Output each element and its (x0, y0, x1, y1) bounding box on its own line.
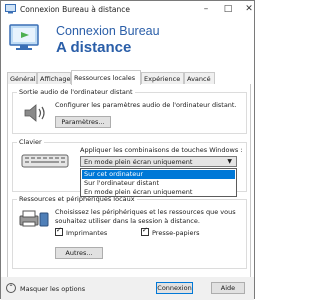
maximize-button[interactable]: □ (222, 3, 234, 15)
select-value: En mode plein écran uniquement (84, 158, 193, 166)
option-this-computer[interactable]: Sur cet ordinateur (82, 170, 235, 179)
audio-description: Configurer les paramètres audio de l'ord… (55, 101, 237, 109)
connect-button[interactable]: Connexion (156, 282, 193, 294)
resources-description-line1: Choisissez les périphériques et les ress… (55, 208, 236, 216)
keyboard-icon (21, 154, 69, 168)
clipboard-label[interactable]: Presse-papiers (152, 229, 200, 237)
header-title-line1: Connexion Bureau (56, 24, 160, 38)
tab-strip: Général Affichage Ressources locales Exp… (7, 70, 251, 85)
more-resources-button[interactable]: Autres... (55, 247, 103, 259)
remote-monitor-icon (9, 24, 39, 50)
option-fullscreen-only[interactable]: En mode plein écran uniquement (82, 188, 235, 197)
chevron-down-icon: ▼ (227, 158, 232, 165)
remote-desktop-app-icon (5, 4, 16, 14)
tab-experience[interactable]: Expérience (141, 72, 184, 84)
printers-label[interactable]: Imprimantes (66, 229, 107, 237)
dialog-footer: ⌃ Masquer les options Connexion Aide (1, 277, 254, 300)
printers-checkbox[interactable] (55, 226, 63, 236)
speaker-icon (24, 104, 45, 122)
keyboard-group-title: Clavier (17, 138, 44, 146)
audio-group-title: Sortie audio de l'ordinateur distant (17, 88, 135, 96)
keyboard-dropdown-list: Sur cet ordinateur Sur l'ordinateur dist… (80, 168, 237, 197)
keyboard-description: Appliquer les combinaisons de touches Wi… (80, 146, 243, 154)
help-button[interactable]: Aide (211, 282, 245, 294)
tab-display[interactable]: Affichage (37, 72, 71, 84)
tab-general[interactable]: Général (7, 72, 37, 84)
clipboard-checkbox[interactable] (141, 226, 149, 236)
resources-description-line2: souhaitez utiliser dans la session à dis… (55, 217, 200, 225)
title-bar: Connexion Bureau à distance – □ ✕ (1, 1, 254, 19)
hide-options-link[interactable]: Masquer les options (20, 285, 85, 293)
window-title: Connexion Bureau à distance (20, 5, 130, 14)
tab-local-resources[interactable]: Ressources locales (71, 70, 141, 85)
tab-advanced[interactable]: Avancé (184, 72, 215, 84)
minimize-button[interactable]: – (200, 3, 212, 15)
audio-settings-button[interactable]: Paramètres... (55, 116, 111, 128)
app-header: Connexion Bureau A distance (1, 19, 254, 69)
remote-desktop-window: Connexion Bureau à distance – □ ✕ Connex… (0, 0, 255, 300)
chevron-up-icon[interactable]: ⌃ (6, 283, 16, 293)
header-title-line2: A distance (56, 39, 132, 56)
devices-icon (19, 210, 49, 227)
option-remote-computer[interactable]: Sur l'ordinateur distant (82, 179, 235, 188)
close-button[interactable]: ✕ (243, 3, 255, 15)
keyboard-combination-select[interactable]: En mode plein écran uniquement ▼ (80, 156, 237, 167)
